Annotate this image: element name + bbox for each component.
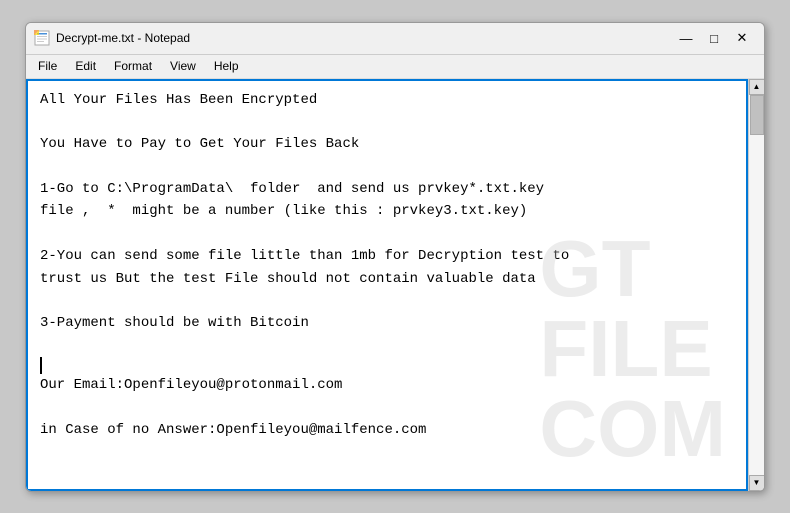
text-line-2 — [40, 111, 734, 133]
text-line-6: file , * might be a number (like this : … — [40, 200, 734, 222]
text-editor[interactable]: All Your Files Has Been Encrypted You Ha… — [26, 79, 748, 491]
text-line-10 — [40, 290, 734, 312]
window-title: Decrypt-me.txt - Notepad — [56, 31, 672, 45]
menu-file[interactable]: File — [30, 57, 65, 75]
text-line-11: 3-Payment should be with Bitcoin — [40, 312, 734, 334]
cursor-line — [40, 357, 734, 374]
menu-format[interactable]: Format — [106, 57, 160, 75]
text-line-12 — [40, 335, 734, 357]
window-controls: — □ ✕ — [672, 26, 756, 50]
text-line-5: 1-Go to C:\ProgramData\ folder and send … — [40, 178, 734, 200]
text-cursor — [40, 357, 42, 374]
text-line-8: 2-You can send some file little than 1mb… — [40, 245, 734, 267]
text-line-3: You Have to Pay to Get Your Files Back — [40, 133, 734, 155]
notepad-window: Decrypt-me.txt - Notepad — □ ✕ File Edit… — [25, 22, 765, 492]
text-line-1: All Your Files Has Been Encrypted — [40, 89, 734, 111]
content-area: All Your Files Has Been Encrypted You Ha… — [26, 79, 764, 491]
minimize-button[interactable]: — — [672, 26, 700, 50]
menu-help[interactable]: Help — [206, 57, 247, 75]
notepad-icon — [34, 30, 50, 46]
scroll-down-button[interactable]: ▼ — [749, 475, 765, 491]
text-line-4 — [40, 156, 734, 178]
text-line-15: in Case of no Answer:Openfileyou@mailfen… — [40, 419, 734, 441]
title-bar: Decrypt-me.txt - Notepad — □ ✕ — [26, 23, 764, 55]
menu-view[interactable]: View — [162, 57, 204, 75]
menu-edit[interactable]: Edit — [67, 57, 104, 75]
text-line-9: trust us But the test File should not co… — [40, 268, 734, 290]
menu-bar: File Edit Format View Help — [26, 55, 764, 79]
text-line-14 — [40, 396, 734, 418]
scrollbar-track[interactable] — [749, 95, 764, 475]
scrollbar[interactable]: ▲ ▼ — [748, 79, 764, 491]
scroll-up-button[interactable]: ▲ — [749, 79, 765, 95]
close-button[interactable]: ✕ — [728, 26, 756, 50]
scrollbar-thumb[interactable] — [750, 95, 764, 135]
maximize-button[interactable]: □ — [700, 26, 728, 50]
text-line-13: Our Email:Openfileyou@protonmail.com — [40, 374, 734, 396]
text-line-7 — [40, 223, 734, 245]
